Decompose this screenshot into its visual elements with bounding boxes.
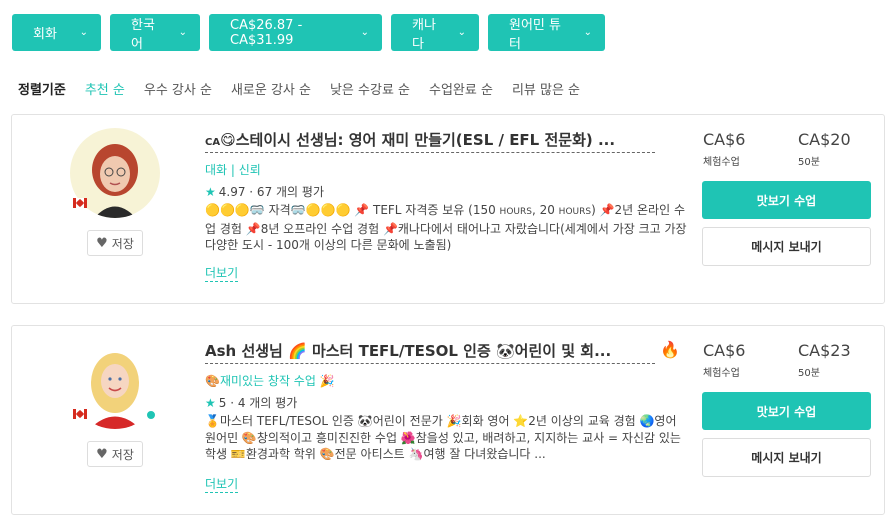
star-icon: ★ xyxy=(205,185,216,199)
filter-price-label: CA$26.87 - CA$31.99 xyxy=(230,17,303,48)
desc-hours: HOURS xyxy=(558,207,592,217)
send-message-button[interactable]: 메시지 보내기 xyxy=(702,227,871,266)
chevron-down-icon: ⌄ xyxy=(79,27,88,38)
desc-hours: HOURS xyxy=(499,207,532,217)
filter-subject[interactable]: 회화 ⌄ xyxy=(12,14,101,51)
sort-bar: 정렬기준 추천 순 우수 강사 순 새로운 강사 순 낮은 수강료 순 수업완료… xyxy=(18,79,599,98)
more-link[interactable]: 더보기 xyxy=(205,264,239,282)
country-code: CA xyxy=(205,137,221,148)
trial-price: CA$6 체험수업 xyxy=(703,130,745,168)
heart-icon: ♥ xyxy=(96,235,108,251)
filter-country-label: 캐나다 xyxy=(412,17,436,52)
desc-text: , 20 xyxy=(531,203,559,217)
chevron-down-icon: ⌄ xyxy=(583,27,592,38)
canada-flag-icon xyxy=(73,198,87,208)
fire-icon: 🔥 xyxy=(660,340,680,359)
sort-option-low-price[interactable]: 낮은 수강료 순 xyxy=(330,79,410,98)
filter-language-label: 한국어 xyxy=(131,17,155,52)
more-link[interactable]: 더보기 xyxy=(205,475,239,493)
filter-native-label: 원어민 튜터 xyxy=(509,17,561,52)
tutor-description: 🟡🟡🟡🥽 자격🥽🟡🟡🟡 📌 TEFL 자격증 보유 (150 HOURS, 20… xyxy=(205,202,687,252)
tutor-description: 🏅마스터 TEFL/TESOL 인증 🐼어린이 전문가 🎉회화 영어 ⭐2년 이… xyxy=(205,414,681,461)
trial-lesson-button[interactable]: 맛보기 수업 xyxy=(702,392,871,430)
tutor-title[interactable]: CA😋스테이시 선생님: 영어 재미 만들기(ESL / EFL 전문화) ..… xyxy=(205,129,655,153)
sort-option-recommended[interactable]: 추천 순 xyxy=(85,79,125,98)
sort-label: 정렬기준 xyxy=(18,83,66,98)
sort-option-reviews[interactable]: 리뷰 많은 순 xyxy=(512,79,580,98)
trial-lesson-button[interactable]: 맛보기 수업 xyxy=(702,181,871,219)
star-icon: ★ xyxy=(205,396,216,410)
tutor-rating: ★ 5 · 4 개의 평가 xyxy=(205,394,695,412)
canada-flag-icon xyxy=(73,409,87,419)
desc-text: 🟡🟡🟡🥽 자격🥽🟡🟡🟡 📌 TEFL 자격증 보유 (150 xyxy=(205,203,500,217)
trial-price: CA$6 체험수업 xyxy=(703,341,745,379)
tutor-rating: ★ 4.97 · 67 개의 평가 xyxy=(205,183,695,201)
lesson-price: CA$23 50분 xyxy=(798,341,851,379)
sort-option-lessons[interactable]: 수업완료 순 xyxy=(429,79,493,98)
trial-price-label: 체험수업 xyxy=(703,157,740,168)
tutor-card: ♥ 저장 CA😋스테이시 선생님: 영어 재미 만들기(ESL / EFL 전문… xyxy=(11,114,885,304)
tutor-info: CA😋스테이시 선생님: 영어 재미 만들기(ESL / EFL 전문화) ..… xyxy=(205,129,695,282)
filter-language[interactable]: 한국어 ⌄ xyxy=(110,14,200,52)
rating-text: 4.97 · 67 개의 평가 xyxy=(218,185,324,199)
lesson-price-label: 50분 xyxy=(798,368,820,379)
save-button[interactable]: ♥ 저장 xyxy=(87,230,143,256)
tutor-tagline: 🎨재미있는 창작 수업 🎉 xyxy=(205,374,335,388)
trial-price-amount: CA$6 xyxy=(703,130,746,149)
online-status-dot xyxy=(146,410,156,420)
lesson-price-label: 50분 xyxy=(798,157,820,168)
tutor-info: Ash 선생님 🌈 마스터 TEFL/TESOL 인증 🐼어린이 및 회... … xyxy=(205,340,695,493)
save-button[interactable]: ♥ 저장 xyxy=(87,441,143,467)
filter-country[interactable]: 캐나다 ⌄ xyxy=(391,14,479,52)
trial-price-amount: CA$6 xyxy=(703,341,746,360)
rating-text: 5 · 4 개의 평가 xyxy=(218,396,298,410)
tutor-card: ♥ 저장 Ash 선생님 🌈 마스터 TEFL/TESOL 인증 🐼어린이 및 … xyxy=(11,325,885,515)
save-label: 저장 xyxy=(111,447,134,462)
tutor-title[interactable]: Ash 선생님 🌈 마스터 TEFL/TESOL 인증 🐼어린이 및 회... xyxy=(205,340,655,364)
filter-subject-label: 회화 xyxy=(33,27,57,42)
lesson-price: CA$20 50분 xyxy=(798,130,851,168)
filter-bar: 회화 ⌄ 한국어 ⌄ CA$26.87 - CA$31.99 ⌄ 캐나다 ⌄ 원… xyxy=(12,14,605,52)
sort-option-new-tutor[interactable]: 새로운 강사 순 xyxy=(231,79,311,98)
heart-icon: ♥ xyxy=(96,446,108,462)
chevron-down-icon: ⌄ xyxy=(457,27,466,38)
chevron-down-icon: ⌄ xyxy=(178,27,187,38)
trial-price-label: 체험수업 xyxy=(703,368,740,379)
lesson-price-amount: CA$23 xyxy=(798,341,851,360)
tutor-tagline: 대화 | 신뢰 xyxy=(205,163,261,177)
send-message-button[interactable]: 메시지 보내기 xyxy=(702,438,871,477)
lesson-price-amount: CA$20 xyxy=(798,130,851,149)
filter-native[interactable]: 원어민 튜터 ⌄ xyxy=(488,14,605,52)
filter-price[interactable]: CA$26.87 - CA$31.99 ⌄ xyxy=(209,14,382,51)
chevron-down-icon: ⌄ xyxy=(360,27,369,38)
save-label: 저장 xyxy=(111,236,134,251)
sort-option-top-tutor[interactable]: 우수 강사 순 xyxy=(144,79,212,98)
tutor-title-text: 😋스테이시 선생님: 영어 재미 만들기(ESL / EFL 전문화) ... xyxy=(220,131,616,149)
